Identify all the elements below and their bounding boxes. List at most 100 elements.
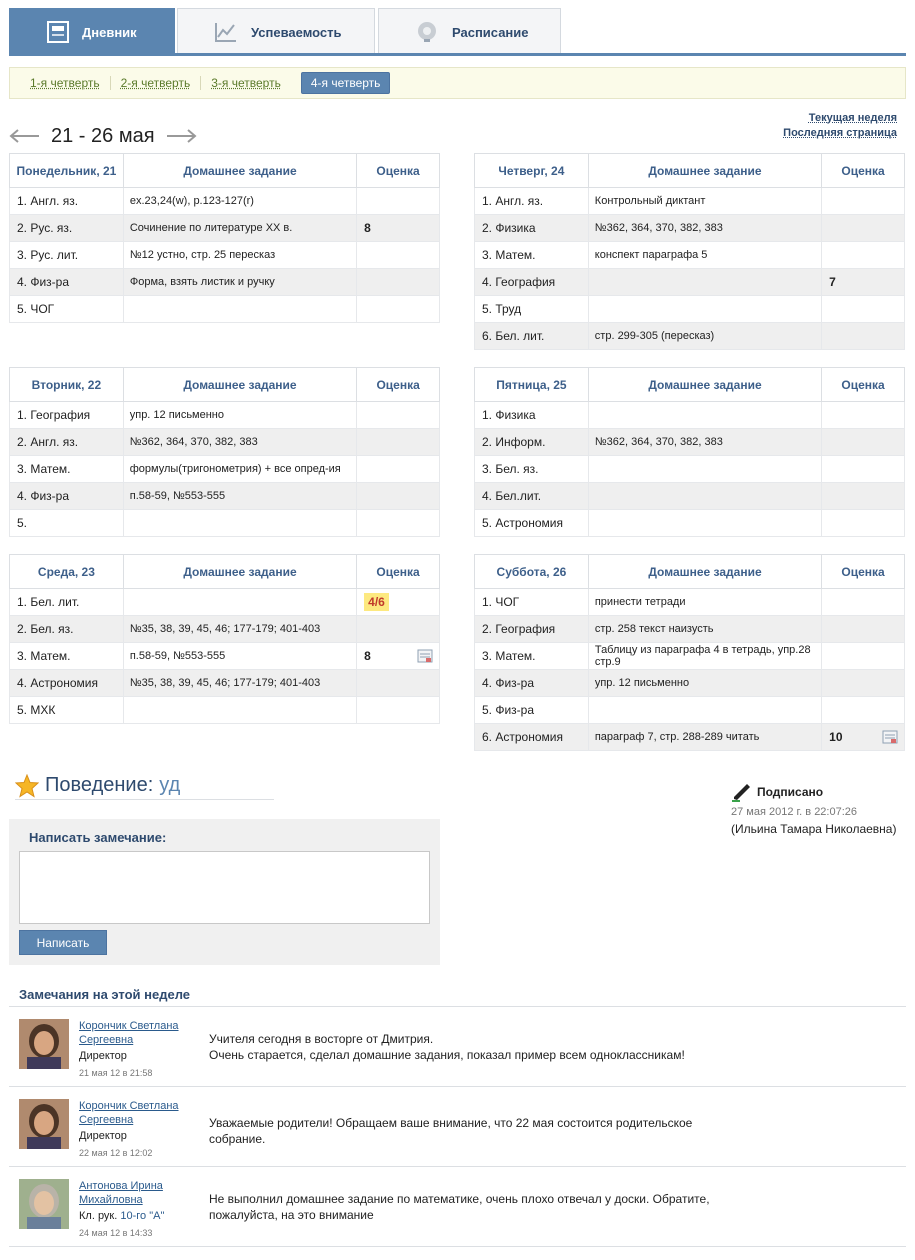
comment-author[interactable]: Корончик Светлана Сергеевна bbox=[79, 1099, 189, 1127]
lesson-grade bbox=[821, 322, 905, 350]
lesson-row: 1. Физика bbox=[474, 401, 905, 429]
lesson-homework: п.58-59, №553-555 bbox=[122, 482, 358, 510]
day-table: Среда, 23 Домашнее задание Оценка 1. Бел. л… bbox=[9, 554, 440, 724]
quarter-4-active[interactable]: 4-я четверть bbox=[300, 72, 391, 94]
comment-item: Антонова Ирина Михайловна Кл. рук. 10-го … bbox=[19, 1173, 899, 1243]
lesson-homework: Контрольный диктант bbox=[587, 187, 823, 215]
arrow-right-icon[interactable] bbox=[165, 129, 197, 143]
lesson-grade bbox=[821, 428, 905, 456]
lesson-homework: стр. 299-305 (пересказ) bbox=[587, 322, 823, 350]
lesson-subject: 1. ЧОГ bbox=[474, 588, 589, 616]
signed-date: 27 мая 2012 г. в 22:07:26 bbox=[731, 806, 858, 818]
lesson-homework: параграф 7, стр. 288-289 читать bbox=[587, 723, 823, 751]
tab-progress[interactable]: Успеваемость bbox=[177, 8, 375, 53]
comment-role: Директор bbox=[79, 1050, 127, 1062]
lesson-row: 5. bbox=[9, 509, 440, 537]
lesson-grade bbox=[356, 241, 440, 269]
lesson-subject: 5. Астрономия bbox=[474, 509, 589, 537]
lesson-row: 3. Матем. Таблицу из параграфа 4 в тетрад… bbox=[474, 642, 905, 670]
lesson-homework: принести тетради bbox=[587, 588, 823, 616]
lesson-row: 1. Англ. яз. Контрольный диктант bbox=[474, 187, 905, 215]
lesson-subject: 2. Англ. яз. bbox=[9, 428, 124, 456]
lesson-homework bbox=[587, 482, 823, 510]
lesson-row: 3. Матем. формулы(тригонометрия) + все оп… bbox=[9, 455, 440, 483]
submit-comment-button[interactable]: Написать bbox=[19, 930, 107, 955]
comment-form: Написать замечание: Написать bbox=[9, 819, 440, 965]
lesson-subject: 2. Бел. яз. bbox=[9, 615, 124, 643]
comment-author[interactable]: Антонова Ирина Михайловна bbox=[79, 1179, 189, 1207]
lesson-grade bbox=[356, 669, 440, 697]
day-header: Суббота, 26 bbox=[474, 554, 589, 589]
comment-author[interactable]: Корончик Светлана Сергеевна bbox=[79, 1019, 189, 1047]
arrow-left-icon[interactable] bbox=[9, 129, 41, 143]
lesson-homework: упр. 12 письменно bbox=[122, 401, 358, 429]
grade-badge[interactable]: 4/6 bbox=[364, 593, 389, 611]
lesson-row: 2. Информ. №362, 364, 370, 382, 383 bbox=[474, 428, 905, 456]
lesson-grade bbox=[821, 401, 905, 429]
lesson-row: 4. Физ-ра Форма, взять листик и ручку bbox=[9, 268, 440, 296]
last-page-link[interactable]: Последняя страница bbox=[783, 127, 897, 139]
comment-form-title: Написать замечание: bbox=[29, 830, 167, 845]
lesson-grade bbox=[356, 696, 440, 724]
lesson-subject: 5. Физ-ра bbox=[474, 696, 589, 724]
day-header: Среда, 23 bbox=[9, 554, 124, 589]
comment-role: Директор bbox=[79, 1130, 127, 1142]
lesson-subject: 4. Физ-ра bbox=[9, 482, 124, 510]
quarter-1-link[interactable]: 1-я четверть bbox=[30, 76, 111, 90]
tab-diary[interactable]: Дневник bbox=[9, 8, 175, 53]
quarter-3-link[interactable]: 3-я четверть bbox=[211, 76, 291, 90]
quarter-2-link[interactable]: 2-я четверть bbox=[121, 76, 202, 90]
behavior: Поведение: уд bbox=[15, 772, 274, 800]
lesson-homework: Таблицу из параграфа 4 в тетрадь, упр.28… bbox=[587, 642, 823, 670]
avatar bbox=[19, 1179, 69, 1229]
lesson-subject: 3. Бел. яз. bbox=[474, 455, 589, 483]
class-link[interactable]: 10-го "А" bbox=[120, 1210, 164, 1222]
current-week-link[interactable]: Текущая неделя bbox=[783, 112, 897, 124]
lesson-row: 5. Астрономия bbox=[474, 509, 905, 537]
lesson-row: 4. Физ-ра упр. 12 письменно bbox=[474, 669, 905, 697]
lesson-row: 1. Бел. лит. 4/6 bbox=[9, 588, 440, 616]
hw-header: Домашнее задание bbox=[122, 153, 358, 188]
chart-icon bbox=[215, 23, 236, 42]
lesson-row: 1. Англ. яз. ex.23,24(w), p.123-127(r) bbox=[9, 187, 440, 215]
lesson-subject: 1. Англ. яз. bbox=[9, 187, 124, 215]
lesson-row: 5. ЧОГ bbox=[9, 295, 440, 323]
hw-header: Домашнее задание bbox=[122, 367, 358, 402]
day-header: Вторник, 22 bbox=[9, 367, 124, 402]
lesson-homework bbox=[122, 588, 358, 616]
signed-block: Подписано 27 мая 2012 г. в 22:07:26 (Иль… bbox=[731, 782, 896, 836]
lesson-row: 3. Матем. конспект параграфа 5 bbox=[474, 241, 905, 269]
comment-icon[interactable] bbox=[417, 649, 433, 663]
day-header: Понедельник, 21 bbox=[9, 153, 124, 188]
day-header: Пятница, 25 bbox=[474, 367, 589, 402]
lesson-homework bbox=[587, 455, 823, 483]
lesson-grade: 8 bbox=[356, 214, 440, 242]
lesson-row: 2. Бел. яз. №35, 38, 39, 45, 46; 177-179;… bbox=[9, 615, 440, 643]
grade-header: Оценка bbox=[356, 153, 440, 188]
lesson-row: 2. Рус. яз. Сочинение по литературе XX в.… bbox=[9, 214, 440, 242]
comment-icon[interactable] bbox=[882, 730, 898, 744]
lesson-row: 4. Бел.лит. bbox=[474, 482, 905, 510]
tab-schedule[interactable]: Расписание bbox=[378, 8, 561, 53]
lesson-grade bbox=[356, 615, 440, 643]
comment-text: Учителя сегодня в восторге от Дмитрия. О… bbox=[209, 1032, 685, 1062]
grade-value[interactable]: 7 bbox=[829, 275, 836, 289]
behavior-label: Поведение: bbox=[45, 774, 154, 796]
lesson-homework: №362, 364, 370, 382, 383 bbox=[587, 428, 823, 456]
comment-textarea[interactable] bbox=[19, 851, 430, 924]
day-table: Пятница, 25 Домашнее задание Оценка 1. Физи… bbox=[474, 367, 905, 537]
grade-value[interactable]: 8 bbox=[364, 221, 371, 235]
star-icon bbox=[15, 773, 39, 798]
grade-value[interactable]: 8 bbox=[364, 649, 371, 663]
lesson-row: 6. Бел. лит. стр. 299-305 (пересказ) bbox=[474, 322, 905, 350]
lesson-homework: Форма, взять листик и ручку bbox=[122, 268, 358, 296]
lesson-grade bbox=[821, 696, 905, 724]
lesson-homework bbox=[587, 295, 823, 323]
behavior-value: уд bbox=[159, 774, 181, 796]
grade-value[interactable]: 10 bbox=[829, 730, 842, 744]
avatar bbox=[19, 1019, 69, 1069]
lesson-row: 3. Бел. яз. bbox=[474, 455, 905, 483]
day-header: Четверг, 24 bbox=[474, 153, 589, 188]
lesson-homework: №12 устно, стр. 25 пересказ bbox=[122, 241, 358, 269]
comment-text: Уважаемые родители! Обращаем ваше вниман… bbox=[209, 1116, 693, 1146]
